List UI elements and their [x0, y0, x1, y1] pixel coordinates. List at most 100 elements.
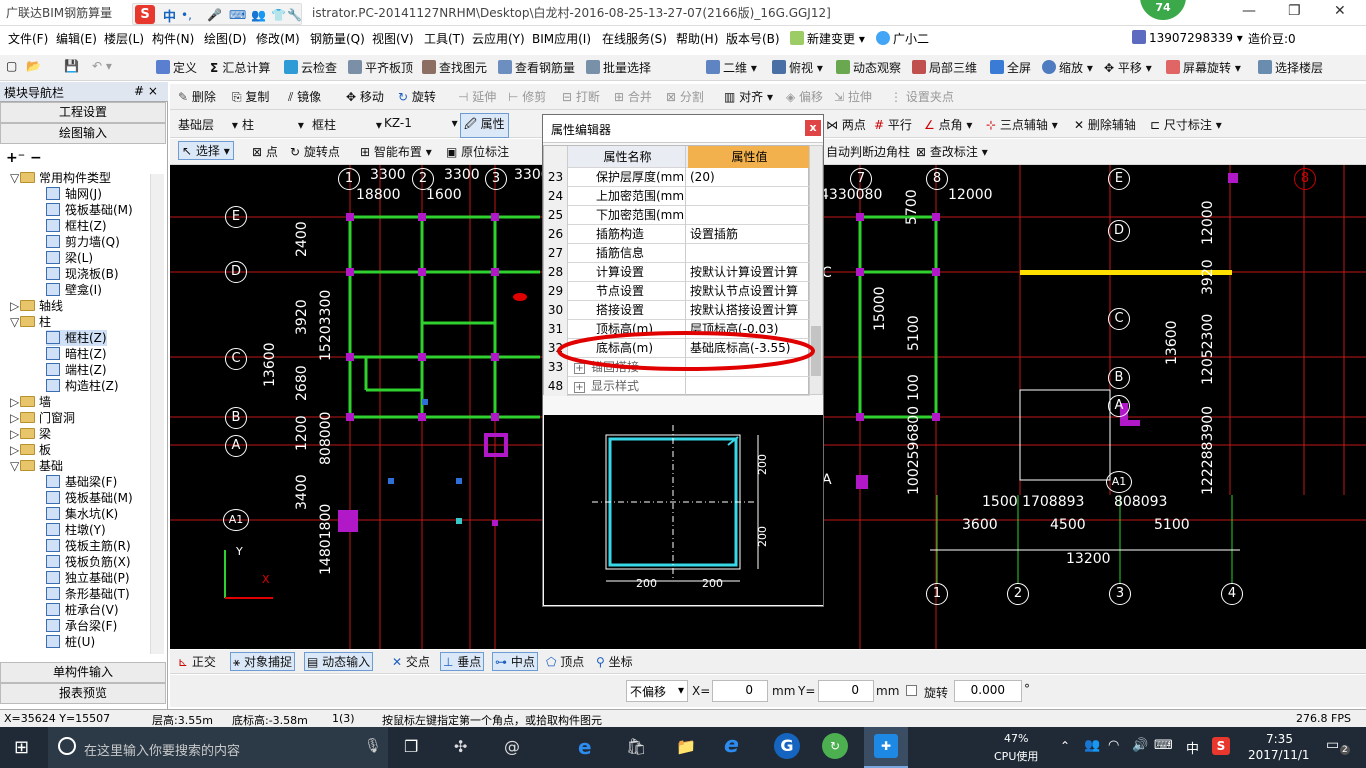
tree-item[interactable]: 筏板负筋(X)	[46, 554, 131, 570]
offset-button[interactable]: ◈ 偏移	[786, 88, 823, 105]
account-phone[interactable]: 13907298339 ▾	[1132, 30, 1243, 45]
sogou-tray-icon[interactable]: S	[1212, 737, 1230, 755]
property-row[interactable]: 23 保护层厚度(mm) (20)	[544, 168, 810, 187]
rotate-button[interactable]: ↻ 旋转	[398, 88, 436, 105]
dialog-close-button[interactable]: x	[805, 120, 821, 136]
menu-component[interactable]: 构件(N)	[152, 30, 194, 47]
tree-item[interactable]: 壁龛(I)	[46, 282, 102, 298]
restore-button[interactable]: ❐	[1288, 3, 1301, 19]
intersection-snap[interactable]: ✕ 交点	[392, 653, 430, 670]
property-value[interactable]	[688, 206, 809, 225]
mirror-button[interactable]: ⫽ 镜像	[288, 88, 321, 105]
property-value[interactable]	[688, 244, 809, 263]
windows-start-icon[interactable]: ⊞	[14, 737, 29, 758]
perpendicular-snap[interactable]: ⊥ 垂点	[440, 652, 485, 671]
menu-online[interactable]: 在线服务(S)	[602, 30, 667, 47]
tree-item[interactable]: 构造柱(Z)	[46, 378, 119, 394]
keyboard-icon[interactable]: ⌨	[229, 8, 246, 22]
move-button[interactable]: ✥ 移动	[346, 88, 384, 105]
menu-tools[interactable]: 工具(T)	[424, 30, 465, 47]
expand-icon[interactable]: ▷	[10, 298, 20, 314]
menu-edit[interactable]: 编辑(E)	[56, 30, 97, 47]
delete-aux-axis-button[interactable]: ✕ 删除辅轴	[1074, 116, 1136, 133]
open-file-icon[interactable]: 📂	[26, 59, 41, 73]
category-select[interactable]: 柱 ▾	[242, 116, 304, 133]
merge-button[interactable]: ⊞ 合并	[614, 88, 652, 105]
y-input[interactable]: 0	[818, 680, 874, 702]
save-icon[interactable]: 💾	[64, 59, 79, 73]
menu-modify[interactable]: 修改(M)	[256, 30, 300, 47]
tree-folder[interactable]: ▷ 墙	[10, 394, 51, 410]
auto-corner-column-button[interactable]: 自动判断边角柱	[826, 143, 910, 160]
set-grip-button[interactable]: ⋮ 设置夹点	[890, 88, 954, 105]
view-rebar-button[interactable]: 查看钢筋量	[498, 59, 575, 76]
glodon-app-icon[interactable]: G	[774, 733, 800, 759]
point-tool-button[interactable]: ⊠ 点	[252, 143, 278, 160]
ime-toolbar[interactable]: S 中 •, 🎤 ⌨ 👥 👕 🔧	[132, 3, 302, 25]
undo-icon[interactable]: ↶ ▾	[92, 59, 112, 73]
three-point-axis-dropdown[interactable]: ⊹ 三点辅轴 ▾	[986, 116, 1058, 133]
menu-floor[interactable]: 楼层(L)	[104, 30, 144, 47]
parallel-button[interactable]: # 平行	[874, 116, 912, 133]
property-value[interactable]	[688, 377, 809, 396]
tree-item[interactable]: 桩承台(V)	[46, 602, 119, 618]
active-gg-app[interactable]: ✚	[864, 727, 908, 768]
tree-item[interactable]: 框柱(Z)	[46, 218, 107, 234]
property-value[interactable]: 按默认搭接设置计算	[688, 301, 809, 320]
menu-view[interactable]: 视图(V)	[372, 30, 414, 47]
expand-icon[interactable]: ▷	[10, 442, 20, 458]
tree-folder[interactable]: ▽ 常用构件类型	[10, 170, 111, 186]
property-value[interactable]	[688, 187, 809, 206]
property-row[interactable]: 28 计算设置 按默认计算设置计算	[544, 263, 810, 282]
tree-item[interactable]: 筏板基础(M)	[46, 490, 133, 506]
tray-arrow-icon[interactable]: ⌃	[1060, 739, 1070, 753]
xiaoer-button[interactable]: 广小二	[876, 30, 929, 47]
define-button[interactable]: 定义	[156, 59, 197, 76]
rotate-point-tool-button[interactable]: ↻ 旋转点	[290, 143, 340, 160]
expand-icon[interactable]: ▷	[10, 394, 20, 410]
stretch-button[interactable]: ⇲ 拉伸	[834, 88, 872, 105]
wifi-icon[interactable]: ◠	[1108, 738, 1119, 753]
property-row[interactable]: 29 节点设置 按默认节点设置计算	[544, 282, 810, 301]
tools-icon[interactable]: 🔧	[287, 8, 302, 22]
ime-tray-indicator[interactable]: 中	[1186, 738, 1199, 757]
tree-item[interactable]: 筏板主筋(R)	[46, 538, 131, 554]
expand-icon[interactable]: ▷	[10, 410, 20, 426]
zoom-dropdown[interactable]: 缩放 ▾	[1042, 59, 1093, 76]
expand-icon[interactable]: ▽	[10, 170, 20, 186]
check-annotation-dropdown[interactable]: ⊠ 查改标注 ▾	[916, 143, 988, 160]
copy-button[interactable]: ⎘ 复制	[232, 88, 269, 105]
tree-item[interactable]: 现浇板(B)	[46, 266, 119, 282]
minimize-button[interactable]: —	[1242, 3, 1256, 19]
property-row[interactable]: 48 + 显示样式	[544, 377, 810, 396]
tree-folder[interactable]: ▷ 梁	[10, 426, 51, 442]
extend-button[interactable]: ⊣ 延伸	[458, 88, 496, 105]
expand-icon[interactable]: ▷	[10, 426, 20, 442]
property-value[interactable]: 按默认节点设置计算	[688, 282, 809, 301]
view-2d-dropdown[interactable]: 二维 ▾	[706, 59, 757, 76]
ie-browser-icon[interactable]: e	[724, 733, 739, 758]
user-icon[interactable]: 👥	[251, 8, 266, 22]
midpoint-snap[interactable]: ⊶ 中点	[492, 652, 538, 671]
edge-browser-icon[interactable]: e	[578, 735, 592, 759]
align-slab-top-button[interactable]: 平齐板顶	[348, 59, 413, 76]
property-row[interactable]: 30 搭接设置 按默认搭接设置计算	[544, 301, 810, 320]
dynamic-view-button[interactable]: 动态观察	[836, 59, 901, 76]
tree-item[interactable]: 剪力墙(Q)	[46, 234, 120, 250]
vertex-snap[interactable]: ⬠ 顶点	[546, 653, 584, 670]
tree-scrollbar[interactable]	[150, 174, 164, 654]
find-element-button[interactable]: 查找图元	[422, 59, 487, 76]
new-file-icon[interactable]: ▢	[6, 59, 17, 73]
in-place-annotation-button[interactable]: ▣ 原位标注	[446, 143, 509, 160]
local-3d-button[interactable]: 局部三维	[912, 59, 977, 76]
ortho-toggle[interactable]: ⊾ 正交	[178, 653, 216, 670]
rotate-checkbox[interactable]	[906, 685, 917, 696]
property-row[interactable]: 25 下加密范围(mm)	[544, 206, 810, 225]
tree-item[interactable]: 独立基础(P)	[46, 570, 130, 586]
cloud-check-button[interactable]: 云检查	[284, 59, 337, 76]
object-snap-toggle[interactable]: ⚹ 对象捕捉	[230, 652, 296, 671]
swirl-app-icon[interactable]: @	[504, 737, 520, 756]
project-settings-button[interactable]: 工程设置	[0, 102, 166, 123]
menu-version[interactable]: 版本号(B)	[726, 30, 780, 47]
keyboard-tray-icon[interactable]: ⌨	[1154, 738, 1173, 753]
